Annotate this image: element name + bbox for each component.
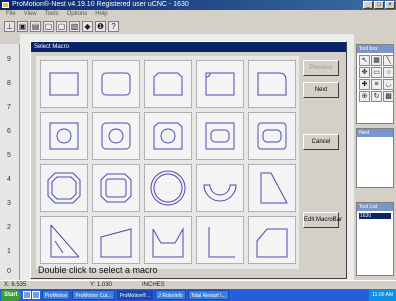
lines-icon[interactable]: ≡ — [371, 79, 382, 90]
info-icon[interactable]: ❶ — [95, 21, 106, 32]
macro-bevel-rect[interactable] — [248, 216, 296, 264]
macro-grid — [36, 56, 299, 269]
app-title: ProMotion®-Nest v4.19.10 Registered user… — [12, 1, 189, 8]
task-promotion-cut[interactable]: ProMotion Cut... — [72, 290, 115, 300]
macro-rounded-rect-hole[interactable] — [92, 112, 140, 160]
nest-title: Nest — [357, 129, 393, 137]
zoom-icon[interactable]: ⊕ — [359, 91, 370, 102]
ruler-tick: 5 — [7, 152, 11, 159]
minimize-button[interactable]: _ — [363, 1, 373, 9]
toolbox-title: Tool box — [357, 45, 393, 53]
status-bar: X: 6.535 Y: 1.030 INCHES — [0, 280, 396, 289]
move-icon[interactable]: ✥ — [359, 67, 370, 78]
ruler-tick: 3 — [7, 200, 11, 207]
previous-button[interactable]: Previous — [303, 60, 339, 76]
menu-file[interactable]: File — [6, 10, 16, 19]
edit-macrobar-button[interactable]: Edit MacroBar — [303, 212, 342, 228]
macro-chamfer-rectangle[interactable] — [144, 60, 192, 108]
maximize-button[interactable]: □ — [374, 1, 384, 9]
ruler-tick: 4 — [7, 176, 11, 183]
task-promotion[interactable]: ProMotion — [41, 290, 71, 300]
task-promotion-nest[interactable]: ProMotion®... — [116, 290, 154, 300]
arc-icon[interactable]: ◡ — [383, 79, 394, 90]
tool-list-item[interactable]: 1630 — [359, 213, 391, 219]
ie-icon[interactable] — [31, 291, 40, 299]
macro-angled-strip[interactable] — [40, 216, 88, 264]
close-button[interactable]: × — [385, 1, 395, 9]
app-icon — [2, 2, 9, 8]
dialog-caption: Double click to select a macro — [38, 265, 158, 275]
ruler-tick: 6 — [7, 128, 11, 135]
macro-octagon-frame[interactable] — [40, 164, 88, 212]
run-icon[interactable]: ◆ — [82, 21, 93, 32]
tool-5-icon[interactable]: ▧ — [69, 21, 80, 32]
macro-trapezoid[interactable] — [248, 164, 296, 212]
app-title-bar: ProMotion®-Nest v4.19.10 Registered user… — [0, 0, 396, 10]
menu-bar: File View Tools Options Help — [0, 10, 396, 19]
macro-corner-notch[interactable] — [196, 60, 244, 108]
select-macro-dialog: Select Macro Previous Next Cancel Edit M… — [30, 41, 347, 279]
macro-sloped-quad[interactable] — [92, 216, 140, 264]
plus-icon[interactable]: ✚ — [359, 79, 370, 90]
right-panel: Tool box ↖ ▦ ╲ ✥ ▭ ○ ✚ ≡ ◡ ⊕ ↻ ▩ Nest To… — [354, 34, 396, 280]
toolbox-panel: Tool box ↖ ▦ ╲ ✥ ▭ ○ ✚ ≡ ◡ ⊕ ↻ ▩ — [356, 44, 394, 124]
macro-notched-rect[interactable] — [144, 216, 192, 264]
menu-help[interactable]: Help — [95, 10, 107, 19]
taskbar: Start ProMotion ProMotion Cut... ProMoti… — [0, 289, 396, 301]
vertical-ruler: 9 8 7 6 5 4 3 2 1 0 — [0, 44, 20, 280]
menu-view[interactable]: View — [24, 10, 37, 19]
tool-list-panel: Tool List 1630 — [356, 202, 394, 276]
macro-octagon-inset[interactable] — [92, 164, 140, 212]
rotate-icon[interactable]: ↻ — [371, 91, 382, 102]
cancel-button[interactable]: Cancel — [303, 134, 339, 150]
help-icon[interactable]: ? — [108, 21, 119, 32]
grid-icon[interactable]: ▦ — [371, 55, 382, 66]
save-icon[interactable]: ▣ — [17, 21, 28, 32]
ruler-tick: 2 — [7, 224, 11, 231]
rect-icon[interactable]: ▭ — [371, 67, 382, 78]
start-button[interactable]: Start — [1, 289, 21, 301]
dialog-title: Select Macro — [31, 42, 346, 52]
circle-icon[interactable]: ○ — [383, 67, 394, 78]
nest-panel: Nest — [356, 128, 394, 188]
desktop-icon[interactable] — [22, 291, 31, 299]
tool-4-icon[interactable]: ▢ — [56, 21, 67, 32]
stop-icon[interactable]: ⊥ — [4, 21, 15, 32]
macro-round-corner[interactable] — [248, 60, 296, 108]
task-total-restart[interactable]: Total Restart I... — [187, 290, 229, 300]
macro-rect-rounded-slot[interactable] — [248, 112, 296, 160]
line-icon[interactable]: ╲ — [383, 55, 394, 66]
ruler-tick: 0 — [7, 268, 11, 275]
macro-rect-slot[interactable] — [196, 112, 244, 160]
macro-chamfer-rect-hole[interactable] — [144, 112, 192, 160]
system-clock: 11:00 AM — [369, 289, 396, 301]
tool-3-icon[interactable]: ▢ — [43, 21, 54, 32]
tool-list-title: Tool List — [357, 203, 393, 211]
menu-tools[interactable]: Tools — [45, 10, 59, 19]
ruler-tick: 8 — [7, 80, 11, 87]
macro-half-ring[interactable] — [196, 164, 244, 212]
ruler-tick: 1 — [7, 248, 11, 255]
nest-icon[interactable]: ▩ — [383, 91, 394, 102]
main-toolbar: ⊥ ▣ ▤ ▢ ▢ ▧ ◆ ❶ ? — [0, 19, 396, 34]
macro-ring[interactable] — [144, 164, 192, 212]
task-roboinfo[interactable]: 2 RoboInfo — [155, 290, 186, 300]
next-button[interactable]: Next — [303, 82, 339, 98]
macro-rect-circle-hole[interactable] — [40, 112, 88, 160]
tool-2-icon[interactable]: ▤ — [30, 21, 41, 32]
quick-launch — [22, 291, 40, 299]
macro-rounded-rectangle[interactable] — [92, 60, 140, 108]
macro-l-corner[interactable] — [196, 216, 244, 264]
window-controls: _ □ × — [363, 1, 395, 9]
macro-rectangle[interactable] — [40, 60, 88, 108]
ruler-tick: 9 — [7, 56, 11, 63]
menu-options[interactable]: Options — [67, 10, 88, 19]
ruler-tick: 7 — [7, 104, 11, 111]
toolbox-grid: ↖ ▦ ╲ ✥ ▭ ○ ✚ ≡ ◡ ⊕ ↻ ▩ — [357, 53, 394, 104]
arrow-icon[interactable]: ↖ — [359, 55, 370, 66]
